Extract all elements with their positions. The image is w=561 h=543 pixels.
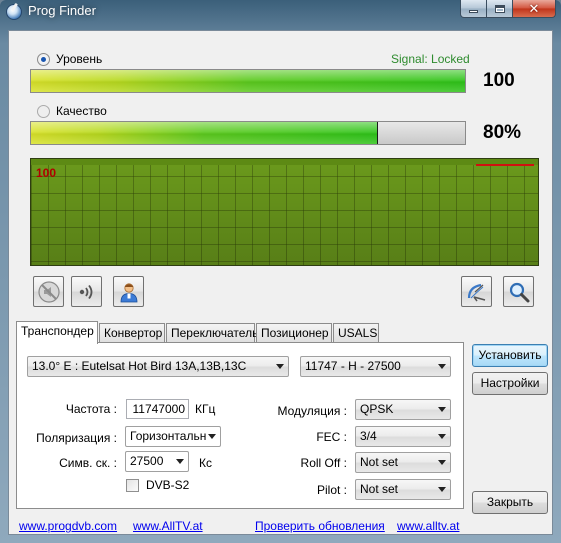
magnifier-search-icon xyxy=(509,282,529,302)
graph-peak-line xyxy=(476,164,534,166)
graph-top-strip xyxy=(31,159,538,165)
satellite-value: 13.0° E : Eutelsat Hot Bird 13A,13B,13C xyxy=(32,359,247,373)
frequency-label: Частота : xyxy=(65,402,117,416)
signal-status: Signal: Locked xyxy=(391,52,470,66)
settings-button[interactable]: Настройки xyxy=(472,372,548,395)
level-bar xyxy=(30,69,466,93)
title-bar[interactable]: Prog Finder ✕ xyxy=(0,0,561,24)
sound-button[interactable] xyxy=(71,276,102,307)
chevron-down-icon xyxy=(208,434,216,439)
fec-label: FEC : xyxy=(316,430,347,444)
tab-switch[interactable]: Переключатель xyxy=(166,323,258,343)
frequency-input[interactable]: 11747000 xyxy=(126,399,189,419)
tab-positioner[interactable]: Позиционер xyxy=(256,323,332,343)
transponder-value: 11747 - H - 27500 xyxy=(305,359,401,373)
dish-button[interactable] xyxy=(461,276,492,307)
level-radio[interactable] xyxy=(37,53,50,66)
satellite-select[interactable]: 13.0° E : Eutelsat Hot Bird 13A,13B,13C xyxy=(27,356,289,377)
chevron-down-icon xyxy=(438,364,446,369)
level-label: Уровень xyxy=(56,52,103,66)
fec-select[interactable]: 3/4 xyxy=(355,426,451,447)
symbol-rate-select[interactable]: 27500 xyxy=(125,451,189,472)
signal-sound-icon xyxy=(79,284,92,299)
maximize-button[interactable] xyxy=(487,0,513,18)
tab-transponder[interactable]: Транспондер xyxy=(16,321,98,344)
graph-value: 100 xyxy=(36,166,57,180)
link-progdvb[interactable]: www.progdvb.com xyxy=(19,519,117,533)
tab-converter[interactable]: Конвертор xyxy=(99,323,165,343)
modulation-label: Модуляция : xyxy=(277,404,347,418)
user-button[interactable] xyxy=(113,276,144,307)
close-icon: ✕ xyxy=(528,1,540,16)
tab-usals[interactable]: USALS xyxy=(333,323,379,343)
link-alltv-lower[interactable]: www.alltv.at xyxy=(397,519,459,533)
chevron-down-icon xyxy=(438,434,446,439)
user-person-icon xyxy=(120,282,137,302)
pilot-label: Pilot : xyxy=(316,483,347,497)
link-check-updates[interactable]: Проверить обновления xyxy=(255,519,385,533)
quality-value: 80% xyxy=(483,122,522,143)
app-satellite-icon xyxy=(6,4,22,20)
polarization-value: Горизонтальн xyxy=(130,429,207,443)
chevron-down-icon xyxy=(438,487,446,492)
close-window-button[interactable]: ✕ xyxy=(513,0,556,18)
rolloff-value: Not set xyxy=(360,455,399,469)
fec-value: 3/4 xyxy=(360,429,377,443)
level-value: 100 xyxy=(483,70,515,91)
chevron-down-icon xyxy=(276,364,284,369)
rolloff-label: Roll Off : xyxy=(300,456,347,470)
install-button[interactable]: Установить xyxy=(472,344,548,367)
satellite-dish-icon xyxy=(467,283,485,301)
chevron-down-icon xyxy=(438,460,446,465)
quality-bar-fill xyxy=(31,122,379,144)
chevron-down-icon xyxy=(176,459,184,464)
quality-bar xyxy=(30,121,466,145)
quality-radio[interactable] xyxy=(37,105,50,118)
mute-button[interactable] xyxy=(33,276,64,307)
signal-graph: 100 xyxy=(30,158,539,266)
transponder-select[interactable]: 11747 - H - 27500 xyxy=(300,356,451,377)
window-frame: Prog Finder ✕ Уровень Signal: Locked 100… xyxy=(0,0,561,543)
search-button[interactable] xyxy=(503,276,534,307)
polarization-label: Поляризация : xyxy=(36,431,117,445)
dvbs2-label: DVB-S2 xyxy=(146,478,190,492)
polarization-select[interactable]: Горизонтальн xyxy=(125,426,221,447)
pilot-value: Not set xyxy=(360,482,399,496)
close-button[interactable]: Закрыть xyxy=(472,491,548,514)
chevron-down-icon xyxy=(438,407,446,412)
quality-label: Качество xyxy=(56,104,107,118)
window-controls: ✕ xyxy=(460,0,556,18)
level-bar-fill xyxy=(31,70,465,92)
minimize-button[interactable] xyxy=(460,0,487,18)
mute-speaker-icon xyxy=(37,280,60,303)
modulation-value: QPSK xyxy=(360,402,394,416)
symbol-rate-value: 27500 xyxy=(130,454,164,468)
symbol-rate-unit: Кс xyxy=(199,456,212,470)
maximize-icon xyxy=(494,4,505,13)
rolloff-select[interactable]: Not set xyxy=(355,452,451,473)
link-alltv-upper[interactable]: www.AllTV.at xyxy=(133,519,203,533)
window-title: Prog Finder xyxy=(28,3,96,18)
frequency-unit: КГц xyxy=(195,402,216,416)
pilot-select[interactable]: Not set xyxy=(355,479,451,500)
symbol-rate-label: Симв. ск. : xyxy=(59,456,117,470)
dvbs2-checkbox[interactable] xyxy=(126,479,139,492)
client-area: Уровень Signal: Locked 100 Качество 80% … xyxy=(8,30,553,535)
modulation-select[interactable]: QPSK xyxy=(355,399,451,420)
minimize-icon xyxy=(469,10,478,13)
